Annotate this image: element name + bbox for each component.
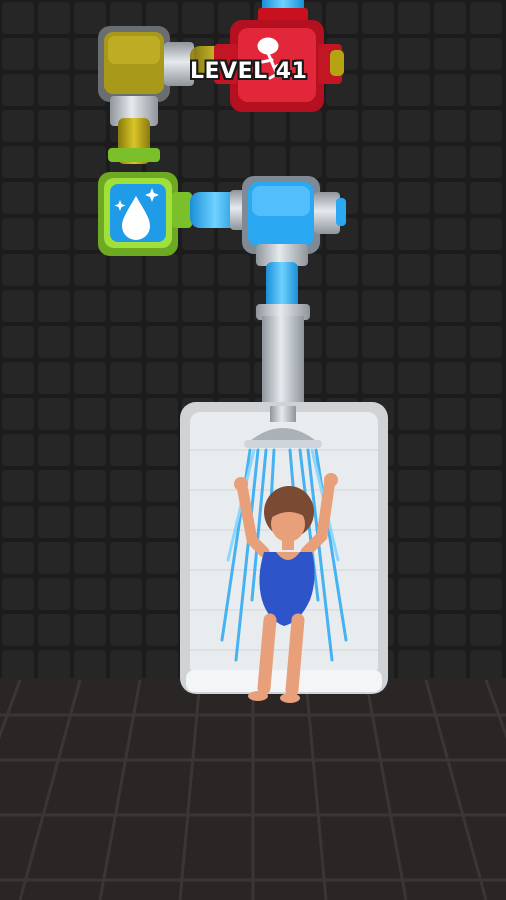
level-indicator: LEVEL 41 — [190, 59, 308, 84]
floor — [0, 678, 506, 900]
game-scene — [0, 0, 506, 900]
green-filter-valve[interactable] — [98, 172, 192, 256]
dirty-water-overflow — [330, 50, 344, 76]
shower-pipe — [256, 304, 310, 408]
supply-pipe — [258, 0, 308, 22]
